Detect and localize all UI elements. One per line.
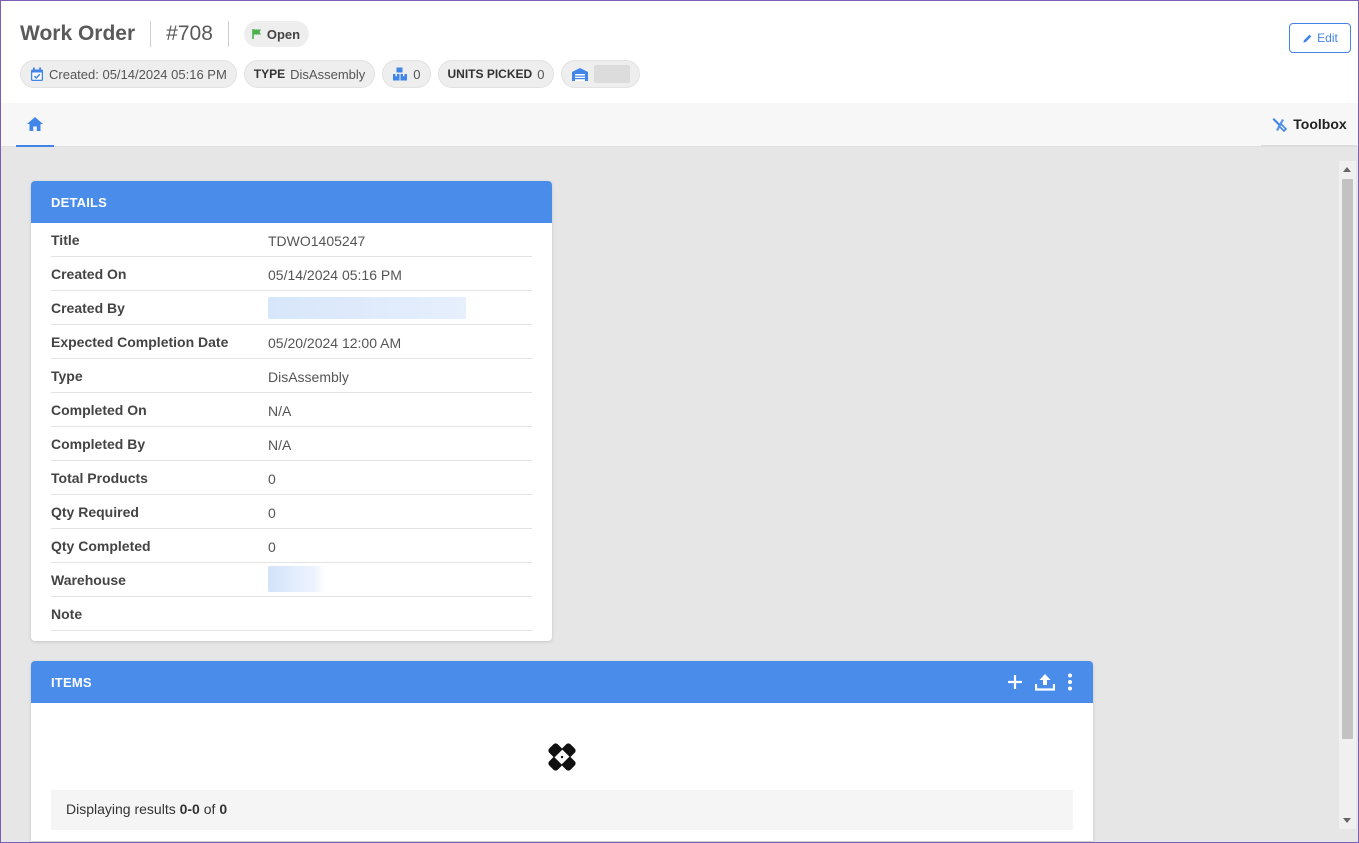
type-chip-value: DisAssembly [290, 66, 366, 82]
items-header: ITEMS [31, 661, 1093, 703]
items-card: ITEMS Displaying results 0-0 of 0 [31, 661, 1093, 841]
detail-row: Qty Completed 0 [51, 529, 532, 563]
app-window: Work Order #708 Open Edit Created: 05/14… [0, 0, 1359, 843]
detail-value: N/A [268, 437, 292, 453]
warehouse-chip [561, 60, 641, 88]
detail-label: Expected Completion Date [51, 334, 229, 350]
items-actions [1007, 673, 1073, 691]
detail-row: Total Products 0 [51, 461, 532, 495]
created-chip-text: Created: 05/14/2024 05:16 PM [49, 66, 227, 82]
items-heading: ITEMS [51, 674, 92, 690]
created-chip: Created: 05/14/2024 05:16 PM [20, 60, 237, 88]
detail-value: 05/20/2024 12:00 AM [268, 335, 402, 351]
detail-label: Note [51, 606, 83, 622]
detail-label: Created On [51, 266, 127, 282]
vertical-scrollbar[interactable] [1339, 161, 1356, 829]
detail-label: Created By [51, 300, 125, 316]
detail-label: Qty Completed [51, 538, 151, 554]
units-picked-value: 0 [537, 66, 545, 82]
detail-label: Completed By [51, 436, 146, 452]
flag-icon [252, 29, 261, 39]
tab-bar: Toolbox [1, 103, 1358, 147]
detail-value: TDWO1405247 [268, 233, 366, 249]
tab-toolbox[interactable]: Toolbox [1261, 103, 1357, 147]
tab-home[interactable] [16, 103, 54, 147]
title-divider [150, 21, 152, 47]
detail-row: Title TDWO1405247 [51, 223, 532, 257]
detail-label: Qty Required [51, 504, 139, 520]
order-number: #708 [166, 22, 213, 45]
detail-value: N/A [268, 403, 292, 419]
toolbox-label: Toolbox [1293, 116, 1347, 132]
results-total: 0 [219, 801, 228, 817]
boxes-icon [393, 67, 408, 80]
detail-row: Note [51, 597, 532, 631]
page-title: Work Order [20, 22, 136, 45]
add-icon[interactable] [1007, 674, 1023, 690]
detail-value [268, 563, 326, 595]
results-summary: Displaying results 0-0 of 0 [51, 790, 1073, 830]
edit-button-label: Edit [1317, 31, 1338, 45]
detail-value: 0 [268, 505, 276, 521]
scroll-up-icon[interactable] [1343, 167, 1351, 172]
edit-button[interactable]: Edit [1289, 23, 1351, 53]
results-of: of [203, 801, 216, 817]
bandage-icon [548, 743, 576, 771]
detail-value: DisAssembly [268, 369, 349, 385]
title-divider-2 [227, 21, 229, 47]
more-vertical-icon[interactable] [1067, 673, 1073, 691]
detail-row: Created By [51, 291, 532, 325]
results-range: 0-0 [179, 801, 200, 817]
detail-row: Completed By N/A [51, 427, 532, 461]
toolbox-icon [1272, 118, 1288, 132]
title-row: Work Order #708 Open [20, 21, 310, 47]
status-badge: Open [243, 21, 310, 47]
boxes-count: 0 [413, 66, 421, 82]
page-header: Work Order #708 Open Edit Created: 05/14… [1, 1, 1358, 103]
detail-label: Warehouse [51, 572, 126, 588]
redacted-value [268, 297, 466, 319]
detail-row: Completed On N/A [51, 393, 532, 427]
units-picked-chip: UNITS PICKED 0 [437, 60, 555, 88]
detail-label: Title [51, 232, 80, 248]
calendar-icon [31, 67, 43, 81]
upload-icon[interactable] [1035, 673, 1055, 691]
detail-value: 0 [268, 539, 276, 555]
units-picked-label: UNITS PICKED [447, 67, 533, 81]
results-prefix: Displaying results [66, 801, 176, 817]
type-chip-label: TYPE [253, 67, 286, 81]
detail-value: 0 [268, 471, 276, 487]
detail-label: Type [51, 368, 83, 384]
detail-value [268, 291, 466, 322]
details-header: DETAILS [31, 181, 552, 223]
details-card: DETAILS Title TDWO1405247 Created On 05/14/… [31, 181, 552, 641]
detail-row: Created On 05/14/2024 05:16 PM [51, 257, 532, 291]
detail-row: Qty Required 0 [51, 495, 532, 529]
detail-row: Warehouse [51, 563, 532, 597]
pencil-icon [1303, 34, 1312, 43]
boxes-chip: 0 [382, 60, 431, 88]
home-icon [27, 117, 43, 131]
detail-label: Total Products [51, 470, 148, 486]
redacted-value [268, 566, 326, 592]
detail-row: Expected Completion Date 05/20/2024 12:00… [51, 325, 532, 359]
detail-row: Type DisAssembly [51, 359, 532, 393]
status-label: Open [266, 26, 301, 42]
details-list: Title TDWO1405247 Created On 05/14/2024 05:… [31, 223, 552, 631]
warehouse-icon [572, 67, 589, 81]
info-chips: Created: 05/14/2024 05:16 PM TYPE DisAss… [20, 60, 641, 88]
warehouse-redacted [594, 65, 631, 83]
detail-value: 05/14/2024 05:16 PM [268, 267, 402, 283]
detail-label: Completed On [51, 402, 147, 418]
type-chip: TYPE DisAssembly [243, 60, 376, 88]
scroll-thumb[interactable] [1342, 179, 1353, 739]
scroll-down-icon[interactable] [1343, 818, 1351, 823]
